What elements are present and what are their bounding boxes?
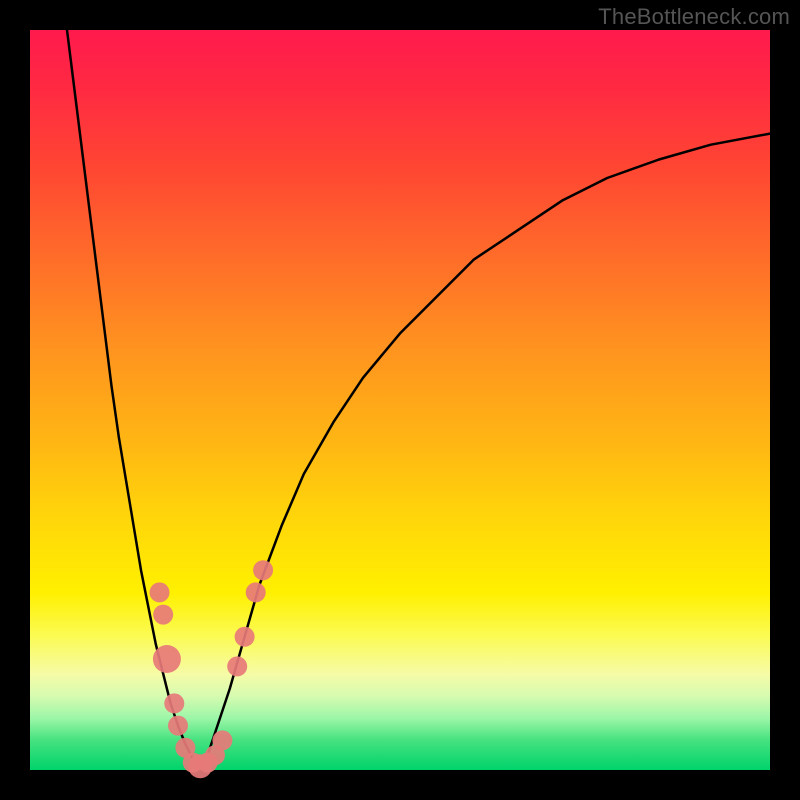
data-point xyxy=(150,582,170,602)
data-point xyxy=(235,627,255,647)
plot-area xyxy=(30,30,770,770)
data-point xyxy=(253,560,273,580)
outer-frame: TheBottleneck.com xyxy=(0,0,800,800)
chart-svg xyxy=(30,30,770,770)
curve-right-branch xyxy=(200,134,770,767)
data-point xyxy=(227,656,247,676)
watermark-label: TheBottleneck.com xyxy=(598,4,790,30)
data-point xyxy=(164,693,184,713)
data-point xyxy=(153,605,173,625)
data-point xyxy=(168,716,188,736)
data-point xyxy=(153,645,181,673)
data-point xyxy=(246,582,266,602)
data-point xyxy=(212,730,232,750)
